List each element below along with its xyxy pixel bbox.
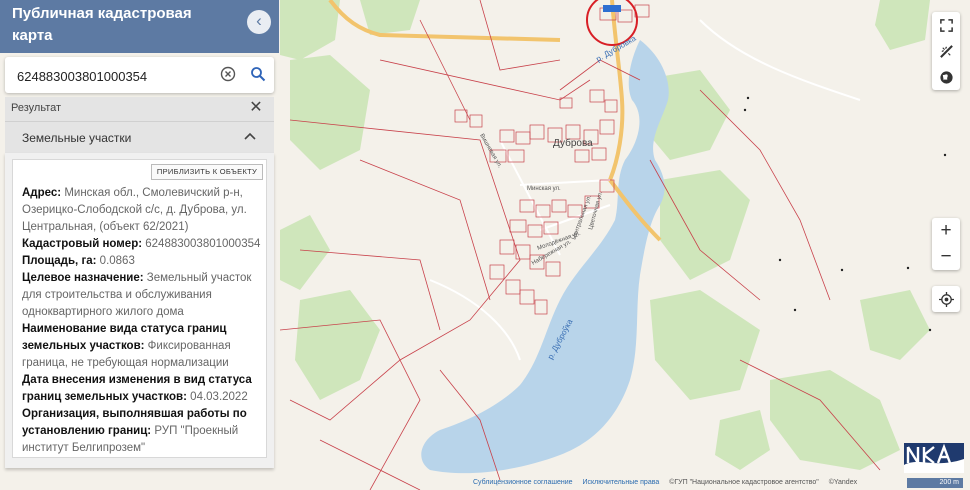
result-header: Результат ✕: [5, 97, 274, 122]
close-icon[interactable]: ✕: [247, 99, 265, 117]
search-icon[interactable]: [250, 66, 266, 82]
clear-icon[interactable]: [220, 66, 236, 82]
app-title: Публичная кадастровая карта: [12, 5, 192, 44]
chevron-left-icon: ‹: [256, 11, 262, 30]
date-value: 04.03.2022: [190, 391, 248, 403]
sublicense-link[interactable]: Сублицензионное соглашение: [473, 479, 573, 486]
search-input[interactable]: [15, 63, 219, 89]
yandex-text: ©Yandex: [828, 479, 858, 486]
owner-text: ©ГУП "Национальное кадастровое агентство…: [669, 479, 819, 486]
parcel-info: Адрес: Минская обл., Смолевичский р-н, О…: [22, 185, 262, 457]
zoom-out-button[interactable]: −: [932, 244, 960, 270]
zoom-in-button[interactable]: +: [932, 218, 960, 244]
cadastral-key: Кадастровый номер:: [22, 238, 143, 250]
minus-icon: −: [940, 246, 952, 267]
land-plots-section[interactable]: Земельные участки: [5, 122, 274, 153]
zoom-to-object-button[interactable]: ПРИБЛИЗИТЬ К ОБЪЕКТУ: [151, 164, 263, 180]
result-label: Результат: [11, 102, 62, 114]
plus-icon: +: [940, 220, 952, 241]
ruler-icon: [939, 44, 953, 58]
area-value: 0.0863: [99, 255, 135, 267]
search-box: [5, 57, 274, 93]
fullscreen-icon: [939, 18, 953, 32]
nka-logo: [904, 443, 964, 473]
scale-bar: 200 m: [907, 478, 963, 488]
collapse-panel-button[interactable]: ‹: [247, 10, 271, 34]
exclusive-rights-link[interactable]: Исключительные права: [582, 479, 659, 486]
attribution: Сублицензионное соглашение Исключительны…: [473, 479, 857, 486]
street-label-1: Минская ул.: [527, 186, 561, 192]
geolocation-control: [932, 286, 960, 312]
area-key: Площадь, га:: [22, 255, 97, 267]
section-label: Земельные участки: [22, 131, 132, 145]
chevron-up-icon[interactable]: [241, 128, 259, 146]
map-tools: [932, 12, 960, 90]
layers-globe-button[interactable]: [932, 64, 960, 90]
locate-button[interactable]: [932, 286, 960, 312]
cadastral-value: 624883003801000354: [145, 238, 261, 250]
locate-icon: [938, 291, 954, 307]
zoom-controls: + −: [932, 218, 960, 270]
panel-header: Публичная кадастровая карта ‹: [0, 0, 279, 53]
fullscreen-button[interactable]: [932, 12, 960, 38]
globe-icon: [939, 70, 953, 84]
result-card-container: ПРИБЛИЗИТЬ К ОБЪЕКТУ Адрес: Минская обл.…: [5, 153, 274, 468]
address-key: Адрес:: [22, 187, 62, 199]
purpose-key: Целевое назначение:: [22, 272, 144, 284]
selected-parcel[interactable]: [603, 5, 621, 12]
side-panel: Публичная кадастровая карта ‹ Результат …: [0, 0, 279, 490]
village-label: Дуброва: [553, 137, 593, 149]
measure-button[interactable]: [932, 38, 960, 64]
parcel-info-card: ПРИБЛИЗИТЬ К ОБЪЕКТУ Адрес: Минская обл.…: [12, 159, 267, 458]
